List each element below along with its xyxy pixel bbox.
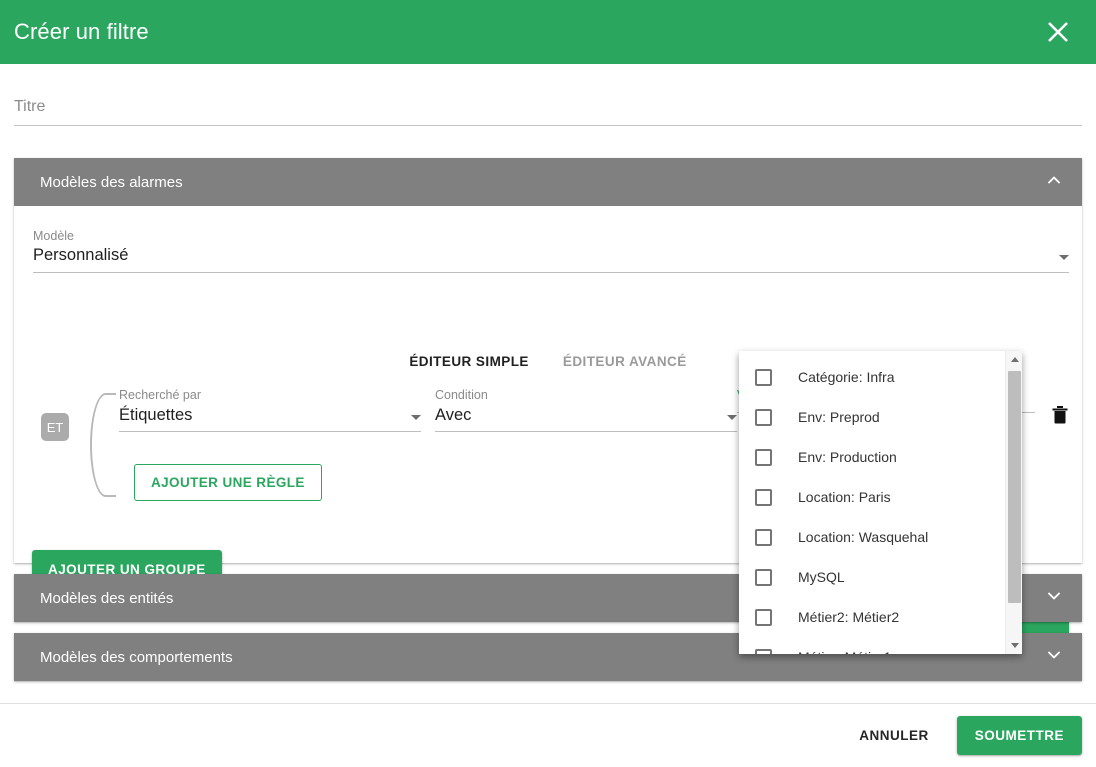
chevron-down-icon <box>1059 255 1069 260</box>
dialog-header: Créer un filtre <box>0 0 1096 64</box>
scroll-up-arrow-icon[interactable] <box>1006 351 1023 368</box>
dialog-footer: ANNULER SOUMETTRE <box>0 703 1096 767</box>
scrollbar-thumb[interactable] <box>1008 371 1021 603</box>
rule-group-bracket <box>90 393 116 497</box>
chevron-down-icon[interactable] <box>1044 586 1064 611</box>
delete-rule-button[interactable] <box>1046 401 1074 431</box>
model-select-wrapper: Modèle Personnalisé <box>33 228 1069 273</box>
checkbox-icon[interactable] <box>755 489 772 506</box>
panel-entity-models-title: Modèles des entités <box>40 590 173 607</box>
list-item[interactable]: Catégorie: Infra <box>739 357 1005 397</box>
trash-icon <box>1051 405 1069 428</box>
panel-alarm-models-title: Modèles des alarmes <box>40 174 183 191</box>
tab-advanced-editor[interactable]: ÉDITEUR AVANCÉ <box>555 348 695 375</box>
list-item[interactable]: Location: Wasquehal <box>739 517 1005 557</box>
search-by-label: Recherché par <box>119 388 421 403</box>
condition-label: Condition <box>435 388 737 403</box>
close-dialog-button[interactable] <box>1038 12 1078 52</box>
condition-select[interactable]: Avec <box>435 406 737 432</box>
search-by-select[interactable]: Étiquettes <box>119 406 421 432</box>
value-options-list: Catégorie: Infra Env: Preprod Env: Product… <box>739 351 1005 654</box>
chevron-down-icon <box>727 415 737 420</box>
checkbox-icon[interactable] <box>755 609 772 626</box>
title-field-wrapper <box>14 94 1082 126</box>
submit-button[interactable]: SOUMETTRE <box>957 716 1082 755</box>
chevron-down-icon <box>411 415 421 420</box>
cancel-button[interactable]: ANNULER <box>845 718 943 753</box>
search-by-value: Étiquettes <box>119 406 192 425</box>
value-options-dropdown: Catégorie: Infra Env: Preprod Env: Product… <box>739 351 1022 654</box>
scroll-down-arrow-icon[interactable] <box>1006 637 1023 654</box>
list-item-label: MySQL <box>798 569 845 585</box>
model-select[interactable]: Personnalisé <box>33 246 1069 273</box>
model-select-label: Modèle <box>33 228 1069 244</box>
list-item[interactable]: Location: Paris <box>739 477 1005 517</box>
checkbox-icon[interactable] <box>755 409 772 426</box>
list-item-label: Location: Wasquehal <box>798 529 928 545</box>
list-item-label: Location: Paris <box>798 489 891 505</box>
filter-title-input[interactable] <box>14 94 1082 126</box>
list-item[interactable]: MySQL <box>739 557 1005 597</box>
list-item[interactable]: Métier: Métier1 <box>739 637 1005 654</box>
page-title: Créer un filtre <box>14 21 149 43</box>
rule-operator-chip[interactable]: ET <box>41 413 69 441</box>
list-item[interactable]: Métier2: Métier2 <box>739 597 1005 637</box>
chevron-down-icon[interactable] <box>1044 645 1064 670</box>
checkbox-icon[interactable] <box>755 649 772 655</box>
chevron-up-icon[interactable] <box>1044 170 1064 195</box>
tab-simple-editor[interactable]: ÉDITEUR SIMPLE <box>401 348 537 375</box>
add-rule-button[interactable]: AJOUTER UNE RÈGLE <box>134 464 322 501</box>
checkbox-icon[interactable] <box>755 449 772 466</box>
panel-behaviour-models-title: Modèles des comportements <box>40 649 233 666</box>
list-item-label: Métier2: Métier2 <box>798 609 899 625</box>
list-item-label: Catégorie: Infra <box>798 369 895 385</box>
list-item-label: Métier: Métier1 <box>798 649 891 654</box>
create-filter-dialog: Créer un filtre Modèles des alarmes <box>0 0 1096 767</box>
panel-alarm-models-header[interactable]: Modèles des alarmes <box>14 158 1082 206</box>
search-by-field: Recherché par Étiquettes <box>119 388 421 432</box>
condition-field: Condition Avec <box>435 388 737 432</box>
model-select-value: Personnalisé <box>33 246 128 265</box>
list-item-label: Env: Production <box>798 449 897 465</box>
condition-value: Avec <box>435 406 471 425</box>
list-item-label: Env: Preprod <box>798 409 880 425</box>
checkbox-icon[interactable] <box>755 529 772 546</box>
checkbox-icon[interactable] <box>755 569 772 586</box>
close-icon <box>1045 19 1071 45</box>
list-item[interactable]: Env: Production <box>739 437 1005 477</box>
dropdown-scrollbar[interactable] <box>1005 351 1022 654</box>
list-item[interactable]: Env: Preprod <box>739 397 1005 437</box>
checkbox-icon[interactable] <box>755 369 772 386</box>
